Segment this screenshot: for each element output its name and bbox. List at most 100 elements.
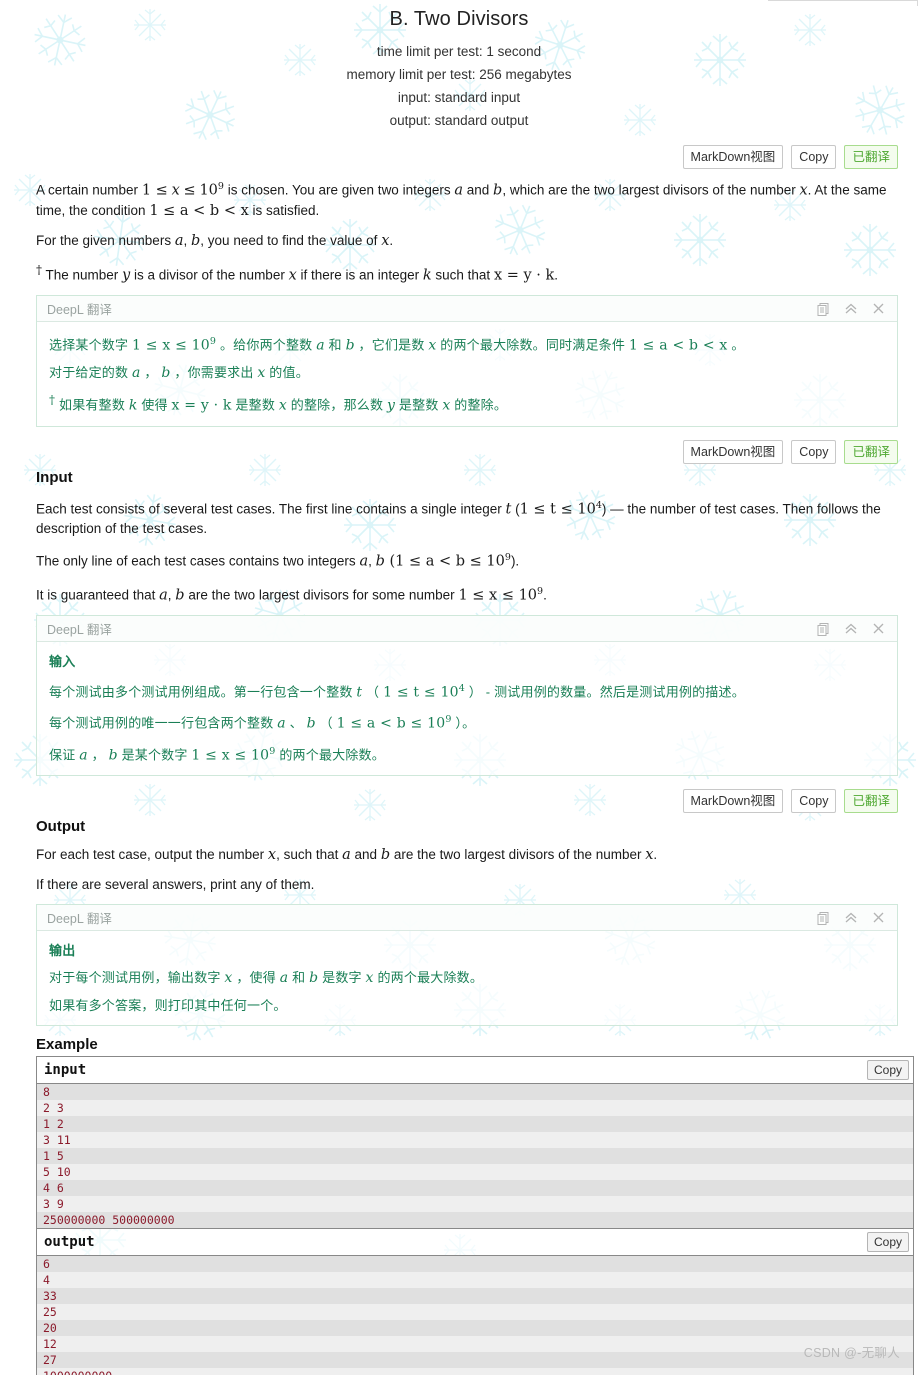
text: （	[315, 715, 337, 731]
math-b: b	[380, 847, 391, 864]
translated-line: 每个测试由多个测试用例组成。第一行包含一个整数 t （ 1 ≤ t ≤ 104 …	[49, 679, 885, 702]
copy-document-icon[interactable]	[817, 911, 830, 925]
chevron-double-up-icon[interactable]	[844, 302, 858, 316]
text: 和	[288, 970, 310, 986]
math-x: x	[288, 267, 297, 283]
copy-output-button[interactable]: Copy	[866, 1232, 909, 1253]
math-inequality: 1 ≤ t ≤ 10	[519, 501, 596, 518]
text: 如果有整数	[55, 397, 129, 413]
text: is a divisor of the number	[130, 267, 289, 282]
text: For each test case, output the number	[36, 847, 268, 863]
math-x: x	[257, 365, 266, 382]
close-icon[interactable]	[872, 911, 885, 924]
markdown-view-button[interactable]: MarkDown视图	[682, 439, 784, 464]
math-equation: x = y · k	[171, 397, 232, 414]
deepl-panel-header: DeepL 翻译	[37, 905, 897, 932]
math-a: a	[159, 587, 168, 604]
math-x: x	[224, 970, 233, 987]
math-b: b	[161, 365, 171, 382]
copy-button[interactable]: Copy	[791, 145, 837, 169]
code-line: 4	[37, 1272, 913, 1289]
math-inequality: 1 ≤ a < b < x	[149, 202, 249, 219]
text: .	[389, 232, 394, 248]
time-limit: time limit per test: 1 second	[376, 44, 542, 59]
csdn-watermark: CSDN @-无聊人	[803, 1346, 900, 1360]
section-heading-output: Output	[36, 818, 86, 836]
translated-badge-button[interactable]: 已翻译	[844, 789, 898, 814]
text: 是整数	[231, 397, 279, 413]
math-b: b	[306, 715, 316, 732]
text: 每个测试用例的唯一一行包含两个整数	[49, 715, 278, 731]
copy-input-button[interactable]: Copy	[866, 1060, 909, 1081]
text: ).	[510, 553, 520, 569]
text: (	[511, 501, 520, 517]
translated-heading: 输入	[49, 654, 76, 670]
code-line: 1000000000	[37, 1368, 913, 1375]
text: is satisfied.	[248, 202, 320, 218]
example-output-label: output	[44, 1234, 95, 1251]
translated-heading: 输出	[49, 943, 76, 959]
code-line: 12	[37, 1336, 913, 1353]
math-x: x	[278, 397, 287, 414]
text: , such that	[276, 847, 343, 863]
math-inequality: 1 ≤ x ≤ 10	[191, 747, 270, 764]
close-icon[interactable]	[872, 302, 885, 315]
copy-button[interactable]: Copy	[791, 439, 837, 464]
chevron-double-up-icon[interactable]	[844, 622, 858, 636]
markdown-view-button[interactable]: MarkDown视图	[682, 145, 784, 169]
section-heading-example: Example	[36, 1036, 98, 1054]
text: .	[554, 267, 559, 282]
text: ，	[140, 365, 162, 381]
text: 的值。	[265, 365, 309, 381]
copy-document-icon[interactable]	[817, 302, 830, 316]
math-b: b	[309, 970, 319, 987]
deepl-panel-body: 输入 每个测试由多个测试用例组成。第一行包含一个整数 t （ 1 ≤ t ≤ 1…	[37, 642, 897, 775]
text: ，使得	[232, 970, 280, 986]
deepl-panel-body: 输出 对于每个测试用例，输出数字 x ，使得 a 和 b 是数字 x 的两个最大…	[37, 931, 897, 1025]
math-a: a	[342, 847, 351, 864]
math-k: k	[128, 397, 138, 414]
text: 是数字	[318, 970, 366, 986]
text: Each test consists of several test cases…	[36, 501, 506, 517]
translated-line: 对于给定的数 a ， b ，你需要求出 x 的值。	[49, 363, 885, 383]
close-icon[interactable]	[872, 622, 885, 635]
output-paragraph-2: If there are several answers, print any …	[36, 877, 315, 893]
math-le: ≤	[155, 182, 168, 199]
input-spec: input: standard input	[397, 90, 521, 105]
translate-toolbar-input: MarkDown视图 Copy 已翻译	[0, 439, 918, 464]
text: ,	[368, 553, 376, 569]
memory-limit: memory limit per test: 256 megabytes	[346, 67, 572, 82]
text: are the two largest divisors of the numb…	[390, 847, 646, 863]
code-line: 33	[37, 1288, 913, 1305]
output-section: Output For each test case, output the nu…	[0, 818, 918, 894]
copy-document-icon[interactable]	[817, 622, 830, 636]
math-one: 1	[141, 182, 152, 199]
chevron-double-up-icon[interactable]	[844, 911, 858, 925]
input-section: Input Each test consists of several test…	[0, 469, 918, 606]
text: , which are the two largest divisors of …	[502, 182, 800, 198]
code-line: 8	[37, 1084, 913, 1101]
math-b: b	[175, 587, 185, 604]
copy-button[interactable]: Copy	[791, 789, 837, 814]
text: 的两个最大除数。	[373, 970, 484, 986]
section-heading-input: Input	[36, 468, 73, 486]
math-a: a	[316, 337, 325, 354]
text: The number	[42, 267, 123, 282]
translated-badge-button[interactable]: 已翻译	[844, 145, 898, 169]
code-line: 3 9	[37, 1196, 913, 1213]
text: 对于给定的数	[49, 365, 133, 381]
code-line: 250000000 500000000	[37, 1212, 913, 1229]
translated-line: † 如果有整数 k 使得 x = y · k 是整数 x 的整除，那么数 y 是…	[49, 391, 885, 415]
translated-line: 每个测试用例的唯一一行包含两个整数 a 、 b （ 1 ≤ a < b ≤ 10…	[49, 710, 885, 733]
translated-badge-button[interactable]: 已翻译	[844, 439, 898, 464]
text: is chosen. You are given two integers	[223, 182, 455, 198]
problem-title: B. Two Divisors	[389, 8, 529, 30]
math-equation: x = y · k	[493, 267, 555, 283]
math-y: y	[387, 397, 396, 414]
markdown-view-button[interactable]: MarkDown视图	[682, 789, 784, 814]
text: 选择某个数字	[49, 337, 133, 353]
math-inequality: 1 ≤ t ≤ 10	[383, 684, 459, 701]
text: （	[362, 684, 384, 700]
deepl-panel-output: DeepL 翻译 输出 对于每个测试用例，输出数字 x ，使得 a 和 b 是数…	[36, 904, 898, 1027]
statement-paragraph-1: A certain number 1 ≤ x ≤ 109 is chosen. …	[36, 177, 890, 221]
